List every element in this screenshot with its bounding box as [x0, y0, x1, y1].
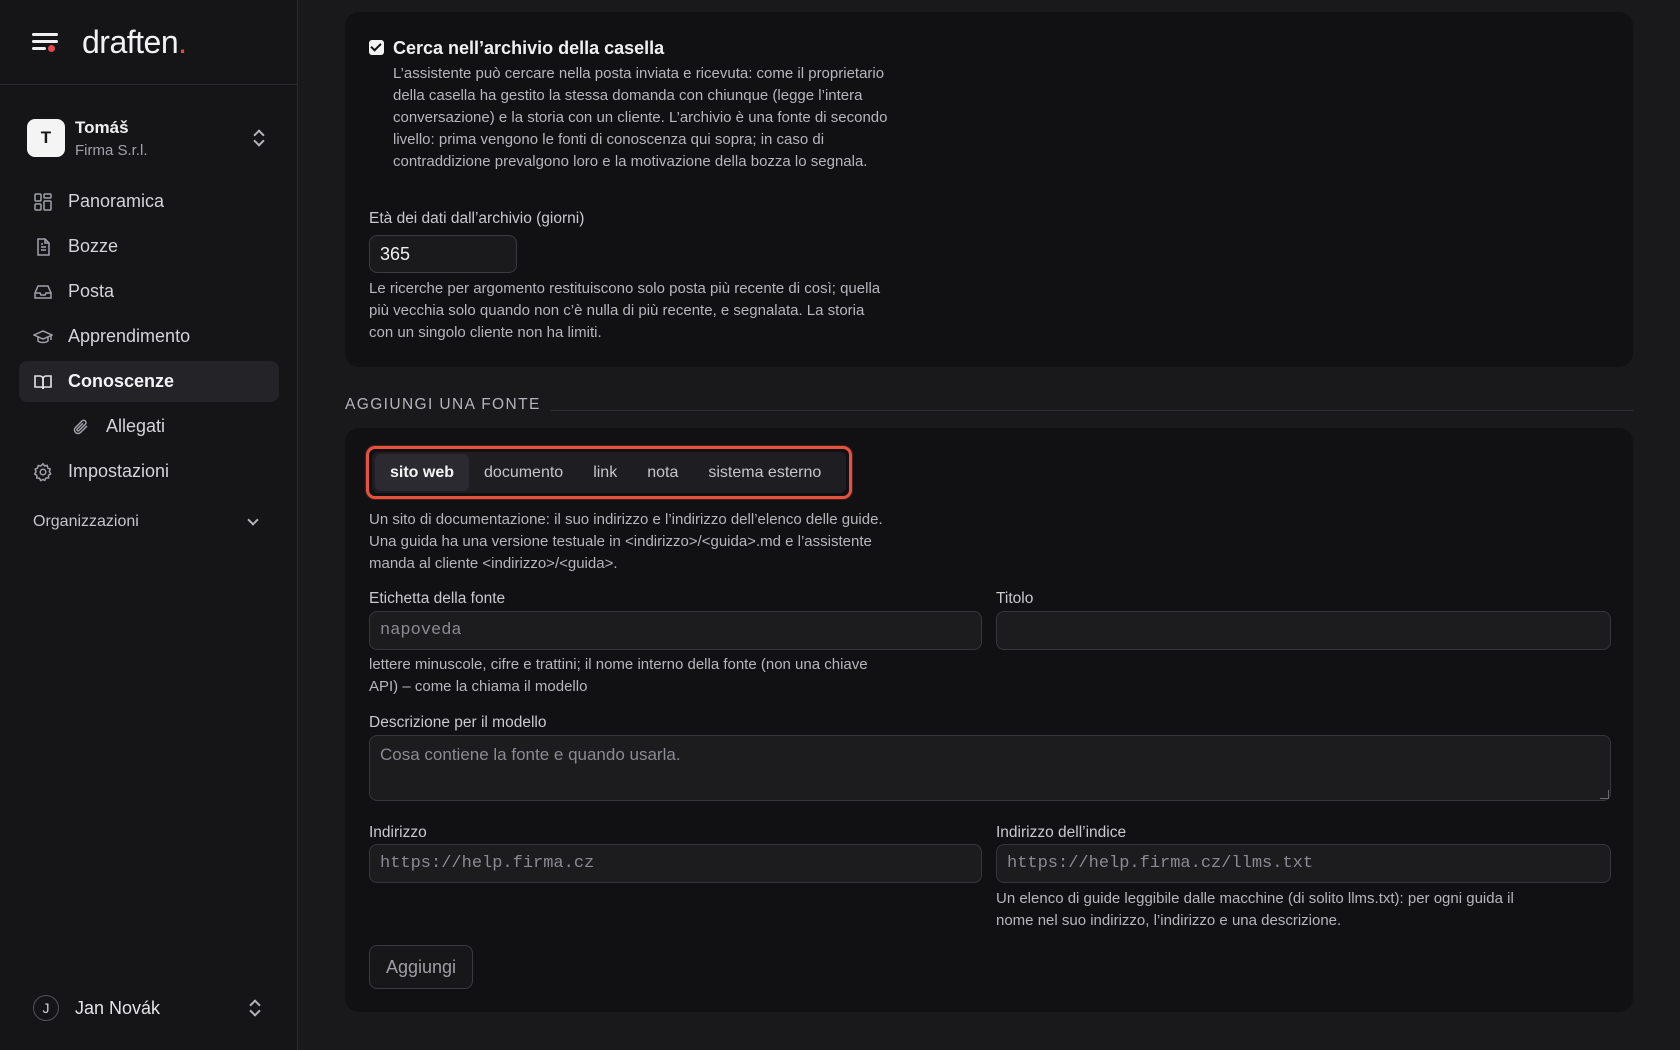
address-input[interactable] — [369, 844, 982, 883]
brand-bar: draften. — [0, 0, 297, 85]
tab-nota[interactable]: nota — [632, 454, 693, 491]
chevron-down-icon — [247, 514, 259, 526]
source-label-help: lettere minuscole, cifre e trattini; il … — [369, 656, 868, 695]
gear-icon — [33, 462, 53, 482]
tab-link[interactable]: link — [578, 454, 632, 491]
tab-documento[interactable]: documento — [469, 454, 578, 491]
chevron-up-down-icon — [251, 128, 267, 148]
sidebar-item-panoramica[interactable]: Panoramica — [19, 181, 279, 222]
description-field-label: Descrizione per il modello — [369, 714, 547, 731]
index-address-input[interactable] — [996, 844, 1611, 883]
source-label-input[interactable] — [369, 611, 982, 650]
archive-search-label: Cerca nell’archivio della casella — [393, 38, 665, 58]
sidebar-item-apprendimento[interactable]: Apprendimento — [19, 316, 279, 357]
logo[interactable]: draften. — [82, 24, 187, 61]
org-switcher[interactable]: T Tomáš Firma S.r.l. — [27, 113, 277, 163]
sidebar-item-label: Allegati — [106, 416, 166, 436]
archive-age-label: Età dei dati dall’archivio (giorni) — [369, 210, 585, 227]
sidebar: draften. T Tomáš Firma S.r.l. Panoramica… — [0, 0, 298, 1050]
archive-search-toggle[interactable]: Cerca nell’archivio della casella — [369, 38, 664, 59]
sidebar-item-label: Apprendimento — [68, 326, 191, 346]
organizations-toggle[interactable]: Organizzazioni — [33, 510, 263, 534]
menu-icon[interactable] — [32, 31, 58, 53]
archive-search-checkbox[interactable] — [369, 40, 384, 55]
paperclip-icon — [71, 417, 91, 437]
add-source-section-title: AGGIUNGI UNA FONTE — [345, 396, 541, 413]
organizations-label: Organizzazioni — [33, 513, 139, 530]
description-textarea[interactable] — [369, 735, 1611, 801]
title-field-label: Titolo — [996, 590, 1034, 607]
source-type-description: Un sito di documentazione: il suo indiri… — [369, 511, 883, 572]
sidebar-item-bozze[interactable]: Bozze — [19, 226, 279, 267]
sidebar-item-label: Panoramica — [68, 191, 165, 211]
sidebar-item-label: Bozze — [68, 236, 119, 256]
org-avatar: T — [27, 119, 65, 157]
source-label-field-label: Etichetta della fonte — [369, 590, 506, 607]
title-input[interactable] — [996, 611, 1611, 650]
sidebar-item-conoscenze[interactable]: Conoscenze — [19, 361, 279, 402]
source-type-tabs: sito web documento link nota sistema est… — [366, 446, 852, 499]
index-address-field-label: Indirizzo dell’indice — [996, 824, 1127, 841]
org-subtitle: Firma S.r.l. — [75, 141, 148, 159]
section-divider — [550, 410, 1633, 411]
sidebar-nav: Panoramica Bozze Posta Apprendimento Con… — [19, 181, 279, 496]
sidebar-item-label: Posta — [68, 281, 115, 301]
org-name: Tomáš — [75, 117, 129, 137]
sidebar-item-impostazioni[interactable]: Impostazioni — [19, 451, 279, 492]
add-source-button[interactable]: Aggiungi — [369, 945, 473, 989]
archive-age-input[interactable]: 365 — [369, 235, 517, 273]
tab-sito-web[interactable]: sito web — [375, 454, 470, 491]
sidebar-item-label: Impostazioni — [68, 461, 170, 481]
sidebar-item-posta[interactable]: Posta — [19, 271, 279, 312]
book-icon — [33, 372, 53, 392]
document-icon — [33, 237, 53, 257]
index-address-help: Un elenco di guide leggibile dalle macch… — [996, 890, 1514, 929]
user-menu[interactable]: J Jan Novák — [33, 994, 273, 1022]
address-field-label: Indirizzo — [369, 824, 427, 841]
user-name: Jan Novák — [75, 997, 161, 1018]
archive-search-description: L’assistente può cercare nella posta inv… — [393, 65, 888, 170]
inbox-icon — [33, 282, 53, 302]
graduation-cap-icon — [33, 327, 53, 347]
avatar: J — [33, 995, 59, 1021]
archive-age-help: Le ricerche per argomento restituiscono … — [369, 280, 881, 341]
resize-handle-icon[interactable] — [1600, 790, 1609, 799]
sidebar-item-label: Conoscenze — [68, 371, 175, 391]
chevron-up-down-icon — [247, 998, 263, 1018]
grid-icon — [33, 192, 53, 212]
sidebar-item-allegati[interactable]: Allegati — [19, 406, 279, 447]
tab-sistema-esterno[interactable]: sistema esterno — [693, 454, 836, 491]
